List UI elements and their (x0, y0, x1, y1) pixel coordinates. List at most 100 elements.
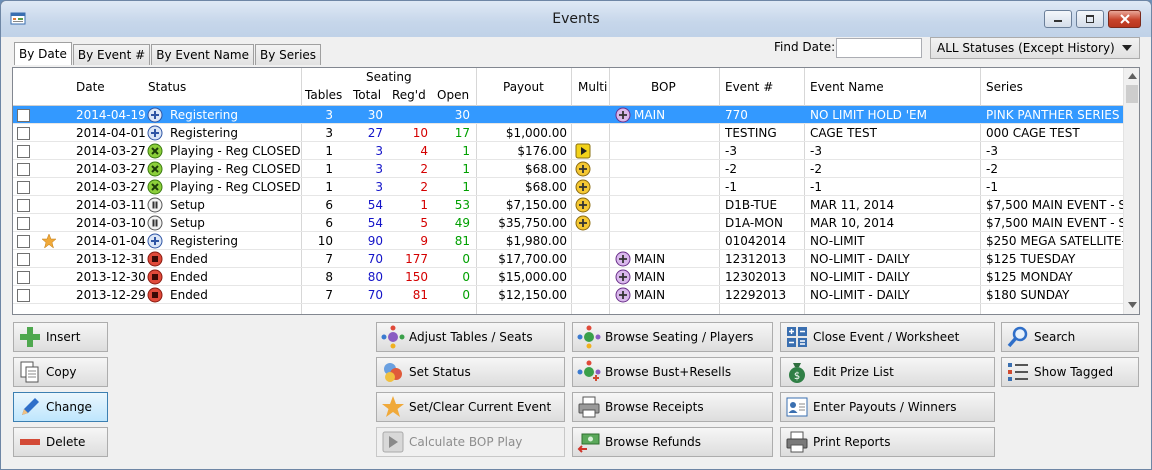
cell-date: 2014-03-27 (76, 162, 146, 176)
plus-yellow-icon (575, 197, 591, 213)
table-row[interactable]: 2014-03-27 Playing - Reg CLOSED 1 3 2 1 $68.00… (13, 178, 1123, 196)
plus-yellow-icon (575, 179, 591, 195)
row-tag-checkbox[interactable] (17, 163, 30, 176)
header-payout[interactable]: Payout (503, 80, 544, 94)
row-tag-checkbox[interactable] (17, 199, 30, 212)
maximize-button[interactable] (1076, 10, 1104, 28)
header-open[interactable]: Open (437, 88, 469, 102)
row-tag-checkbox[interactable] (17, 253, 30, 266)
table-row[interactable]: 2014-03-11 Setup 6 54 1 53 $7,150.00 D1B-TUE MAR… (13, 196, 1123, 214)
cell-total: 54 (367, 216, 383, 230)
cell-regd (388, 106, 428, 124)
current-event-star-icon (41, 233, 57, 249)
table-row[interactable]: 2014-04-01 Registering 3 27 10 17 $1,000.00 TES… (13, 124, 1123, 142)
delete-button[interactable]: Delete (13, 427, 108, 457)
adjust-tables-button[interactable]: Adjust Tables / Seats (376, 322, 565, 352)
cell-tables: 3 (325, 126, 333, 140)
change-button[interactable]: Change (13, 392, 108, 422)
set-status-button[interactable]: Set Status (376, 357, 565, 387)
browse-refunds-button[interactable]: Browse Refunds (572, 427, 773, 457)
stop-red-icon (147, 269, 163, 285)
header-status[interactable]: Status (148, 80, 186, 94)
chevron-down-icon (1122, 45, 1132, 51)
cell-regd: 5 (420, 216, 428, 230)
events-window: Events By Date By Event # By Event Name … (0, 0, 1152, 470)
header-total[interactable]: Total (353, 88, 381, 102)
cell-series: $125 MONDAY (986, 270, 1073, 284)
tab-by-date[interactable]: By Date (14, 42, 72, 65)
header-date[interactable]: Date (76, 80, 105, 94)
calculate-bop-button[interactable]: Calculate BOP Play (376, 427, 565, 457)
events-grid[interactable]: Date Status Seating Tables Total Reg'd O… (12, 67, 1140, 315)
header-multi[interactable]: Multi (578, 80, 607, 94)
cell-bop: MAIN (634, 270, 666, 284)
table-row[interactable]: 2014-01-04 Registering 10 90 9 81 $1,980.00 010… (13, 232, 1123, 250)
set-clear-current-label: Set/Clear Current Event (409, 400, 552, 414)
find-date-input[interactable] (836, 38, 922, 58)
row-tag-checkbox[interactable] (17, 235, 30, 248)
enter-payouts-button[interactable]: Enter Payouts / Winners (780, 392, 995, 422)
browse-seating-button[interactable]: Browse Seating / Players (572, 322, 773, 352)
copy-button[interactable]: Copy (13, 357, 108, 387)
find-date-label: Find Date: (774, 40, 836, 54)
row-tag-checkbox[interactable] (17, 145, 30, 158)
table-row[interactable]: 2014-03-27 Playing - Reg CLOSED 1 3 4 1 $176.0… (13, 142, 1123, 160)
table-row[interactable]: 2014-03-10 Setup 6 54 5 49 $35,750.00 D1A-MON MA… (13, 214, 1123, 232)
cell-regd: 150 (405, 270, 428, 284)
print-reports-button[interactable]: Print Reports (780, 427, 995, 457)
row-tag-checkbox[interactable] (17, 217, 30, 230)
close-window-button[interactable] (1108, 10, 1141, 28)
row-tag-checkbox[interactable] (17, 109, 30, 122)
table-row[interactable]: 2013-12-29 Ended 7 70 81 0 $12,150.00 MAIN 12292… (13, 286, 1123, 304)
cell-date: 2014-04-19 (76, 108, 146, 122)
plus-yellow-icon (575, 161, 591, 177)
browse-bust-resells-button[interactable]: Browse Bust+Resells (572, 357, 773, 387)
cell-status: Registering (170, 126, 238, 140)
cell-tables: 7 (325, 252, 333, 266)
header-event-name[interactable]: Event Name (810, 80, 884, 94)
cell-event-number: D1B-TUE (725, 198, 778, 212)
header-regd[interactable]: Reg'd (392, 88, 426, 102)
table-row[interactable]: 2013-12-30 Ended 8 80 150 0 $15,000.00 MAIN 1230… (13, 268, 1123, 286)
cell-series: $7,500 MAIN EVENT - SH (986, 198, 1123, 212)
insert-button[interactable]: Insert (13, 322, 108, 352)
minimize-button[interactable] (1044, 10, 1072, 28)
cell-event-name: -2 (810, 162, 822, 176)
tab-by-event-name[interactable]: By Event Name (151, 44, 254, 65)
bop-plus-icon (615, 107, 631, 123)
scrollbar-thumb[interactable] (1126, 85, 1138, 103)
edit-prize-list-button[interactable]: $ Edit Prize List (780, 357, 995, 387)
row-tag-checkbox[interactable] (17, 271, 30, 284)
pause-icon (147, 215, 163, 231)
table-row[interactable]: 2014-03-27 Playing - Reg CLOSED 1 3 2 1 $68.00… (13, 160, 1123, 178)
tab-by-series[interactable]: By Series (255, 44, 322, 65)
bop-plus-icon (615, 251, 631, 267)
row-tag-checkbox[interactable] (17, 289, 30, 302)
header-bop[interactable]: BOP (651, 80, 676, 94)
tab-by-event-number[interactable]: By Event # (72, 44, 151, 65)
set-clear-current-event-button[interactable]: Set/Clear Current Event (376, 392, 565, 422)
header-tables[interactable]: Tables (305, 88, 342, 102)
browse-receipts-button[interactable]: Browse Receipts (572, 392, 773, 422)
cell-open: 0 (462, 270, 470, 284)
cell-tables: 1 (325, 180, 333, 194)
scroll-down-arrow-icon[interactable] (1128, 302, 1137, 308)
header-series[interactable]: Series (986, 80, 1023, 94)
table-row[interactable]: 2014-04-19 Registering 3 30 30 MAIN 770 NO LIMI… (13, 106, 1123, 124)
printer-icon (786, 431, 808, 453)
scroll-up-arrow-icon[interactable] (1128, 73, 1137, 79)
vertical-scrollbar[interactable] (1123, 68, 1139, 314)
header-event-number[interactable]: Event # (725, 80, 773, 94)
close-event-button[interactable]: Close Event / Worksheet (780, 322, 995, 352)
show-tagged-button[interactable]: Show Tagged (1001, 357, 1139, 387)
row-tag-checkbox[interactable] (17, 181, 30, 194)
cell-date: 2014-01-04 (76, 234, 146, 248)
printer-receipt-icon (578, 396, 600, 418)
winner-card-icon (786, 397, 808, 417)
status-filter-select[interactable]: ALL Statuses (Except History) (930, 37, 1140, 59)
print-reports-label: Print Reports (813, 435, 891, 449)
table-row[interactable]: 2013-12-31 Ended 7 70 177 0 $17,700.00 MAIN 1231… (13, 250, 1123, 268)
search-button[interactable]: Search (1001, 322, 1139, 352)
row-tag-checkbox[interactable] (17, 127, 30, 140)
cell-event-name: NO-LIMIT - DAILY (810, 270, 910, 284)
